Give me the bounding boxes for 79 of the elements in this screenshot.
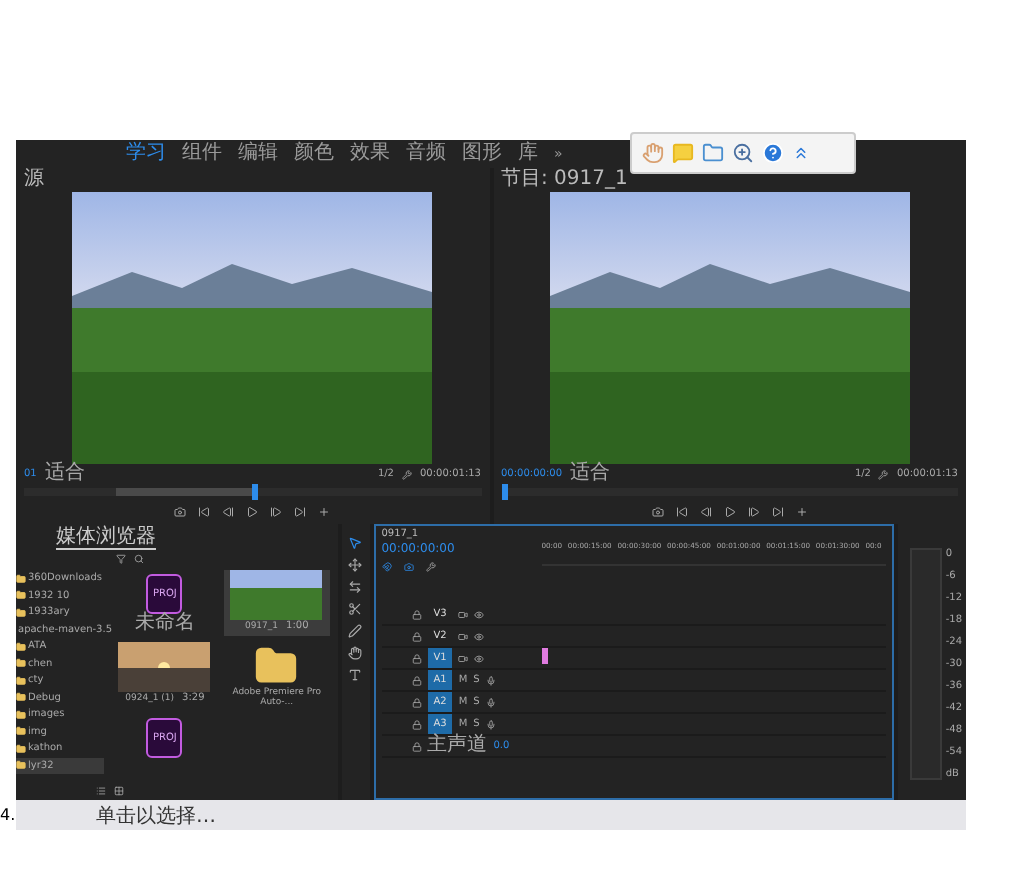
go-to-in-icon[interactable]: [675, 506, 688, 518]
lock-icon[interactable]: [411, 741, 422, 751]
add-icon[interactable]: [795, 506, 808, 518]
zoom-icon[interactable]: [732, 142, 754, 164]
settings-icon[interactable]: [401, 469, 412, 479]
folder-icon: [16, 590, 26, 601]
video-icon[interactable]: [458, 631, 469, 641]
video-icon[interactable]: [458, 609, 469, 619]
type-icon[interactable]: [348, 668, 363, 682]
clip: [541, 648, 548, 664]
folder-icon: [16, 726, 26, 737]
folder-icon: [16, 607, 26, 618]
track-name: 主声道: [427, 736, 488, 756]
razor-icon[interactable]: [348, 602, 363, 616]
lock-icon[interactable]: [411, 609, 422, 619]
snap-icon[interactable]: [381, 561, 392, 571]
go-to-in-icon[interactable]: [198, 506, 211, 518]
in-out-range: [115, 488, 253, 496]
video-thumbnail: [118, 642, 211, 692]
lock-icon[interactable]: [411, 719, 422, 729]
step-forward-icon[interactable]: [270, 506, 283, 518]
folder-icon: [16, 573, 26, 584]
pen-icon[interactable]: [348, 624, 363, 638]
item-name: 未命名: [134, 614, 195, 634]
lock-icon[interactable]: [411, 631, 422, 641]
go-to-out-icon[interactable]: [294, 506, 307, 518]
page-number: 4.: [0, 806, 16, 826]
collapse-icon[interactable]: [792, 144, 810, 162]
zoom-dropdown[interactable]: 适合: [44, 464, 85, 484]
workspace-tab[interactable]: 音频: [406, 142, 446, 166]
selection-tool-icon[interactable]: [348, 536, 363, 550]
track-select-icon[interactable]: [348, 558, 363, 572]
folder-icon: [16, 641, 26, 652]
panel-title: 源: [24, 168, 46, 192]
play-icon[interactable]: [723, 506, 736, 518]
add-icon[interactable]: [318, 506, 331, 518]
workspace-tab[interactable]: 学习: [126, 142, 166, 166]
video-thumbnail: [230, 570, 323, 620]
eye-icon[interactable]: [474, 631, 485, 641]
step-back-icon[interactable]: [699, 506, 712, 518]
ripple-icon[interactable]: [348, 580, 363, 594]
filter-icon[interactable]: [116, 554, 126, 564]
mic-icon[interactable]: [485, 697, 496, 707]
folder-icon: [16, 658, 26, 669]
zoom-dropdown[interactable]: 适合: [570, 464, 611, 484]
panel-title: 节目: 0917_1: [501, 168, 630, 192]
eye-icon[interactable]: [474, 653, 485, 663]
grid-view-icon[interactable]: [114, 786, 124, 796]
mic-icon[interactable]: [485, 675, 496, 685]
workspace-tab[interactable]: 编辑: [238, 142, 278, 166]
step-forward-icon[interactable]: [747, 506, 760, 518]
folder-icon: [16, 760, 26, 771]
workspace-tab[interactable]: 图形: [462, 142, 502, 166]
play-icon[interactable]: [246, 506, 259, 518]
workspace-tab[interactable]: 效果: [350, 142, 390, 166]
step-back-icon[interactable]: [222, 506, 235, 518]
settings-icon[interactable]: [425, 561, 436, 571]
mic-icon[interactable]: [485, 719, 496, 729]
folder-icon: [16, 675, 26, 686]
status-text: 单击以选择…: [94, 803, 216, 829]
list-view-icon[interactable]: [96, 786, 106, 796]
eye-icon[interactable]: [474, 609, 485, 619]
search-icon[interactable]: [134, 554, 144, 564]
folder-icon: [16, 709, 26, 720]
lock-icon[interactable]: [411, 675, 422, 685]
workspace-tab[interactable]: 组件: [182, 142, 222, 166]
settings-icon[interactable]: [878, 469, 889, 479]
lock-icon[interactable]: [411, 697, 422, 707]
go-to-out-icon[interactable]: [771, 506, 784, 518]
help-icon[interactable]: [762, 142, 784, 164]
folder-icon: [16, 692, 26, 703]
workspace-tab[interactable]: 颜色: [294, 142, 334, 166]
video-icon[interactable]: [458, 653, 469, 663]
lock-icon[interactable]: [411, 653, 422, 663]
folder-icon: [254, 644, 299, 688]
panel-tab[interactable]: 媒体浏览器: [56, 525, 156, 549]
workspace-tab[interactable]: 库: [518, 142, 538, 166]
folder-icon: [16, 743, 26, 754]
hand-icon[interactable]: [348, 646, 363, 660]
